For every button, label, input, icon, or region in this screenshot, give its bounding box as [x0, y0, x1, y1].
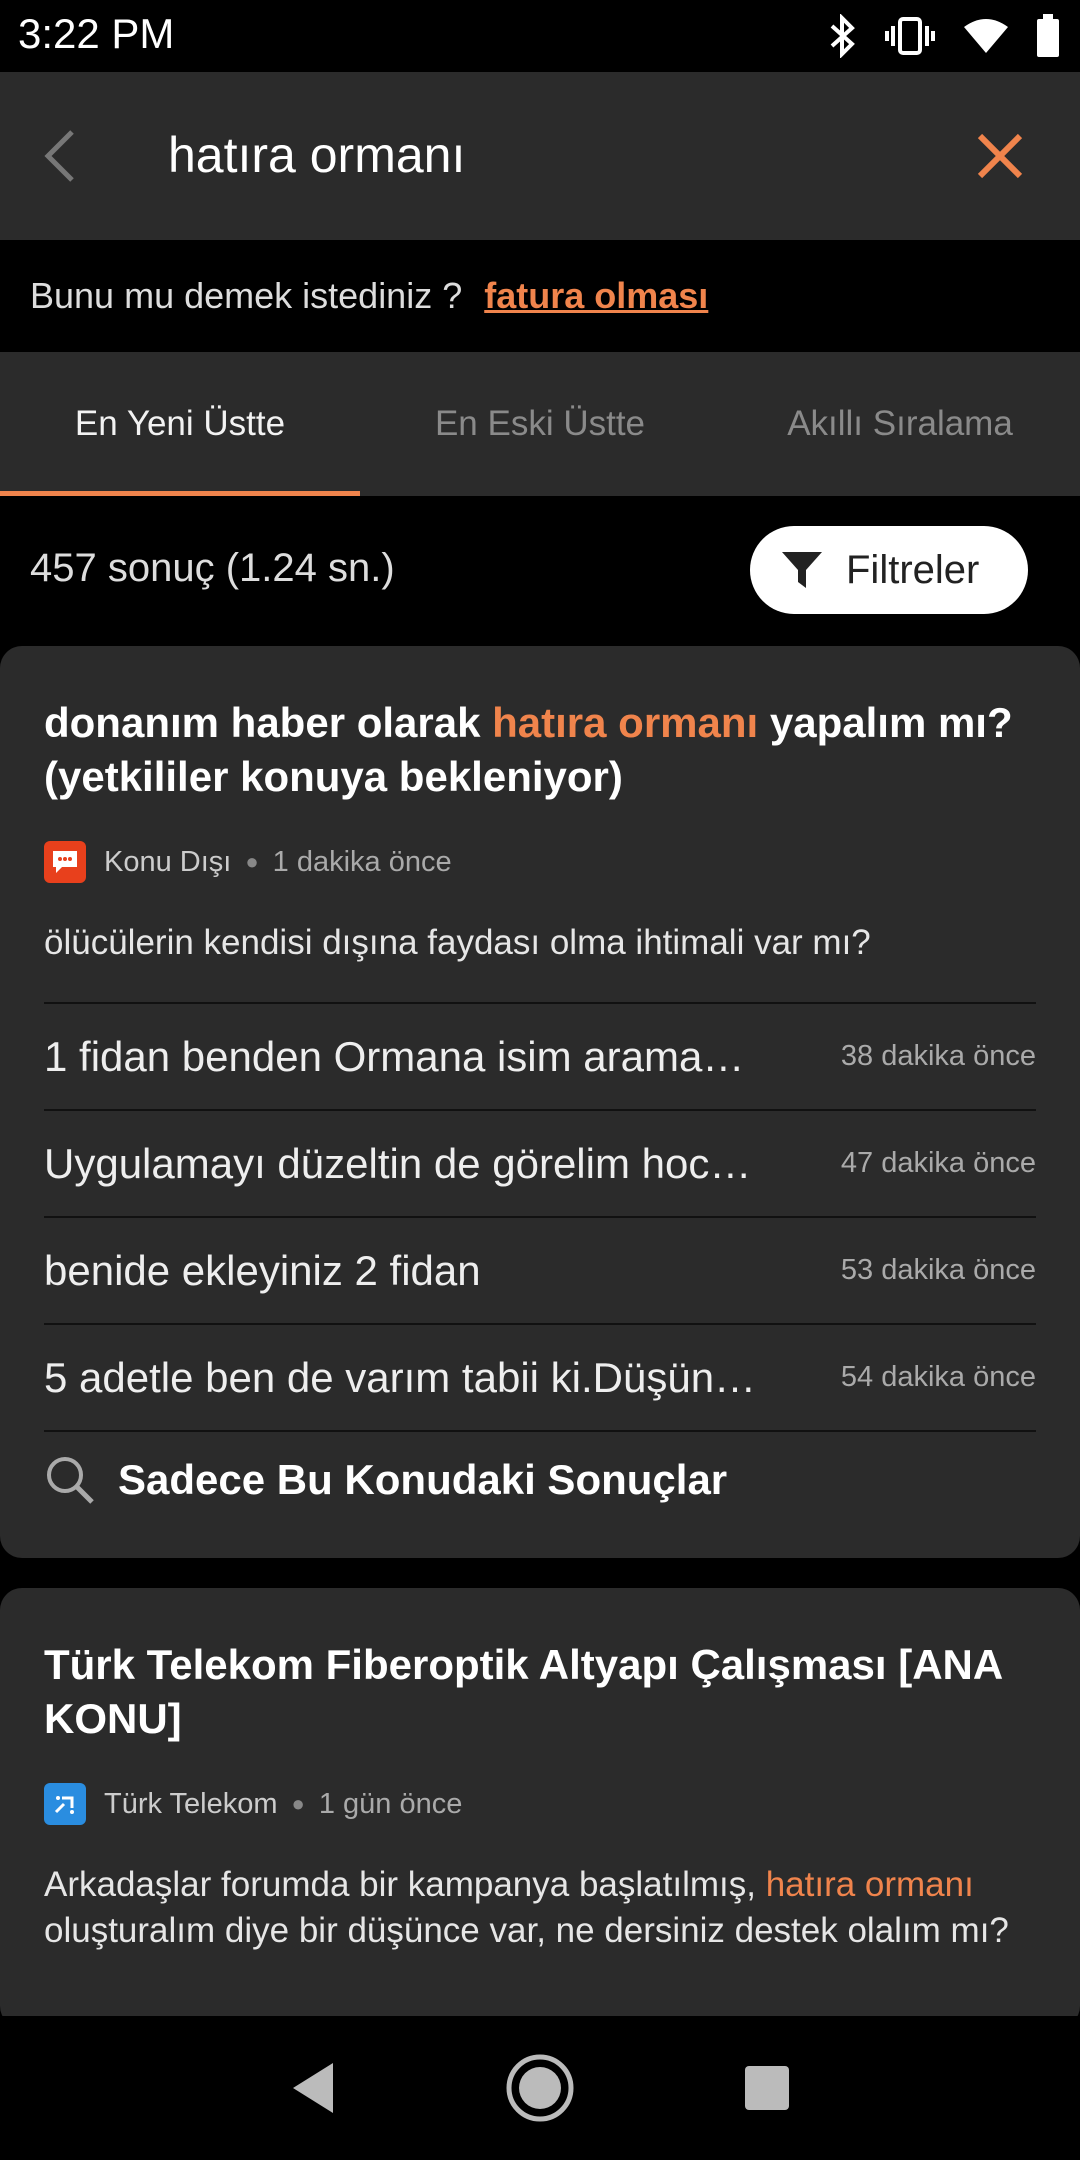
- search-bar: hatıra ormanı: [0, 72, 1080, 240]
- home-circle-icon: [506, 2054, 574, 2122]
- back-triangle-icon: [293, 2063, 334, 2113]
- vibrate-icon: [884, 16, 936, 56]
- filter-label: Filtreler: [846, 547, 980, 592]
- nav-home-button[interactable]: [495, 2043, 585, 2133]
- clear-search-button[interactable]: [960, 116, 1040, 196]
- did-you-mean-link[interactable]: fatura olması: [484, 275, 708, 317]
- filter-button[interactable]: Filtreler: [750, 526, 1028, 614]
- card-meta: Türk Telekom ● 1 gün önce: [44, 1782, 1036, 1826]
- title-highlight: hatıra ormanı: [492, 699, 759, 746]
- category-name[interactable]: Türk Telekom: [104, 1788, 278, 1821]
- bluetooth-icon: [828, 14, 858, 58]
- reply-item[interactable]: 1 fidan benden Ormana isim arama… 38 dak…: [44, 1004, 1036, 1111]
- tab-oldest-first[interactable]: En Eski Üstte: [360, 352, 720, 496]
- nav-back-button[interactable]: [268, 2043, 358, 2133]
- reply-time: 47 dakika önce: [840, 1147, 1036, 1179]
- chevron-left-icon: [44, 130, 74, 182]
- reply-time: 54 dakika önce: [840, 1361, 1036, 1393]
- reply-time: 38 dakika önce: [840, 1040, 1036, 1072]
- chat-bubble-icon: [44, 841, 86, 883]
- results-count: 457 sonuç (1.24 sn.): [30, 546, 395, 590]
- reply-text: 1 fidan benden Ormana isim arama…: [44, 1032, 745, 1080]
- search-input[interactable]: hatıra ormanı: [168, 126, 465, 184]
- separator-dot: ●: [245, 849, 259, 874]
- result-card[interactable]: Türk Telekom Fiberoptik Altyapı Çalışmas…: [0, 1588, 1080, 2028]
- wifi-icon: [962, 17, 1010, 55]
- reply-text: Uygulamayı düzeltin de görelim hoc…: [44, 1139, 752, 1187]
- excerpt-highlight: hatıra ormanı: [765, 1865, 974, 1904]
- reply-item[interactable]: Uygulamayı düzeltin de görelim hoc… 47 d…: [44, 1111, 1036, 1218]
- results-row: 457 sonuç (1.24 sn.) Filtreler: [0, 496, 1080, 646]
- card-excerpt: Arkadaşlar forumda bir kampanya başlatıl…: [44, 1865, 1009, 1950]
- reply-time: 53 dakika önce: [840, 1254, 1036, 1286]
- status-bar: 3:22 PM: [0, 0, 1080, 72]
- tab-smart-sort[interactable]: Akıllı Sıralama: [720, 352, 1080, 496]
- topic-search-button[interactable]: Sadece Bu Konudaki Sonuçlar: [44, 1432, 1036, 1528]
- category-name[interactable]: Konu Dışı: [104, 846, 231, 879]
- search-icon: [44, 1454, 96, 1506]
- tab-newest-first[interactable]: En Yeni Üstte: [0, 352, 360, 496]
- card-title[interactable]: donanım haber olarak hatıra ormanı yapal…: [44, 646, 1036, 804]
- status-time: 3:22 PM: [18, 10, 175, 57]
- battery-icon: [1036, 14, 1060, 58]
- did-you-mean: Bunu mu demek istediniz ? fatura olması: [0, 240, 1080, 352]
- reply-list: 1 fidan benden Ormana isim arama… 38 dak…: [44, 1002, 1036, 1432]
- card-meta: Konu Dışı ● 1 dakika önce: [44, 840, 1036, 884]
- reply-text: 5 adetle ben de varım tabii ki.Düşün…: [44, 1353, 757, 1401]
- reply-text: benide ekleyiniz 2 fidan: [44, 1246, 481, 1294]
- back-button[interactable]: [30, 116, 90, 196]
- system-nav-bar: [0, 2016, 1080, 2160]
- post-time: 1 dakika önce: [272, 845, 452, 878]
- separator-dot: ●: [291, 1791, 305, 1816]
- sort-tabs: En Yeni Üstte En Eski Üstte Akıllı Sıral…: [0, 352, 1080, 496]
- close-icon: [977, 133, 1023, 179]
- card-title[interactable]: Türk Telekom Fiberoptik Altyapı Çalışmas…: [44, 1588, 1036, 1746]
- result-card[interactable]: donanım haber olarak hatıra ormanı yapal…: [0, 646, 1080, 1558]
- recents-square-icon: [744, 2066, 789, 2110]
- telekom-logo-icon: [44, 1783, 86, 1825]
- card-excerpt: ölücülerin kendisi dışına faydası olma i…: [44, 923, 871, 962]
- nav-recents-button[interactable]: [722, 2043, 812, 2133]
- did-you-mean-label: Bunu mu demek istediniz ?: [30, 275, 463, 316]
- topic-search-label: Sadece Bu Konudaki Sonuçlar: [118, 1456, 728, 1503]
- post-time: 1 gün önce: [318, 1787, 463, 1820]
- reply-item[interactable]: 5 adetle ben de varım tabii ki.Düşün… 54…: [44, 1325, 1036, 1432]
- filter-icon: [780, 548, 824, 592]
- status-icons: [828, 12, 1060, 60]
- reply-item[interactable]: benide ekleyiniz 2 fidan 53 dakika önce: [44, 1218, 1036, 1325]
